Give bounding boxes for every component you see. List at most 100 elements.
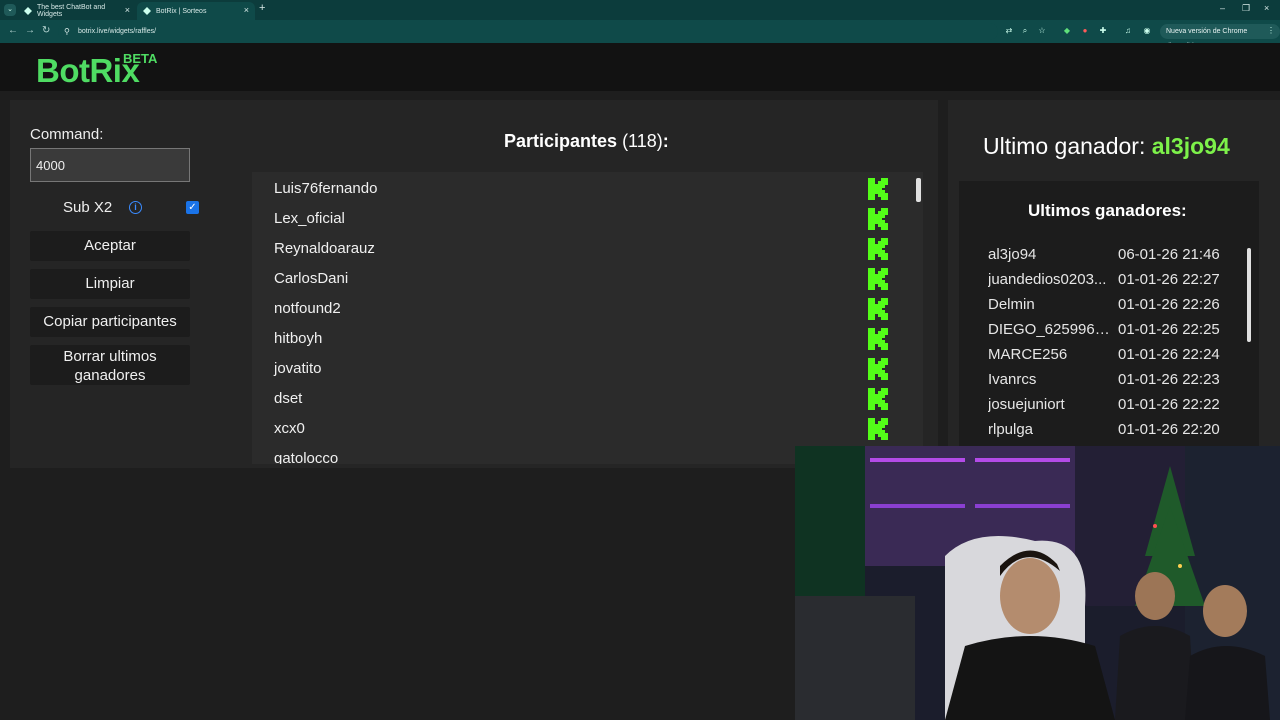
profile-avatar-icon[interactable]: ◉ <box>1142 26 1152 36</box>
browser-tab[interactable]: The best ChatBot and Widgets × <box>18 2 136 20</box>
winner-row-date: 01-01-26 22:27 <box>1118 271 1220 288</box>
participants-count: (118) <box>622 131 663 151</box>
browser-tab-active[interactable]: BotRix | Sorteos × <box>137 2 255 20</box>
participant-row: jovatito <box>252 353 914 383</box>
winner-row-date: 01-01-26 22:20 <box>1118 421 1220 438</box>
winner-row: josuejuniort 01-01-26 22:22 <box>988 396 1238 421</box>
browser-tab-bar: ⌄ The best ChatBot and Widgets × BotRix … <box>0 0 1280 20</box>
winner-row-date: 01-01-26 22:24 <box>1118 346 1220 363</box>
url-text: botrix.live/widgets/raffles/ <box>78 28 157 35</box>
translate-icon[interactable]: ⇄ <box>1004 26 1014 36</box>
participant-name: gatolocco <box>274 450 339 464</box>
kick-icon <box>868 388 888 410</box>
winner-row: MARCE256 01-01-26 22:24 <box>988 346 1238 371</box>
info-icon[interactable]: i <box>129 201 142 214</box>
command-label: Command: <box>30 126 104 143</box>
participant-row: Luis76fernando <box>252 173 914 203</box>
last-winner-name: al3jo94 <box>1151 133 1230 159</box>
window-close-icon[interactable]: × <box>1264 3 1269 13</box>
participants-scroll-thumb[interactable] <box>916 178 921 202</box>
winner-row: juandedios0203... 01-01-26 22:27 <box>988 271 1238 296</box>
limpiar-button[interactable]: Limpiar <box>30 269 190 299</box>
participant-row: hitboyh <box>252 323 914 353</box>
app-header: BotRix BETA <box>0 43 1280 91</box>
new-tab-icon[interactable]: + <box>259 2 265 14</box>
participant-name: Lex_oficial <box>274 210 345 227</box>
winner-row-date: 06-01-26 21:46 <box>1118 246 1220 263</box>
participant-name: CarlosDani <box>274 270 349 287</box>
tab-search-button[interactable]: ⌄ <box>4 4 16 16</box>
winner-row-name: DIEGO_62599603 <box>988 321 1111 338</box>
copiar-participantes-button[interactable]: Copiar participantes <box>30 307 190 337</box>
winner-row-date: 01-01-26 22:22 <box>1118 396 1220 413</box>
kick-icon <box>868 238 888 260</box>
restore-icon[interactable]: ❐ <box>1242 3 1250 14</box>
participants-title-text: Participantes <box>504 131 618 151</box>
bookmark-star-icon[interactable]: ☆ <box>1037 26 1047 36</box>
zoom-icon[interactable]: ⌕ <box>1020 26 1030 36</box>
last-winner: Ultimo ganador: al3jo94 <box>983 133 1230 160</box>
extension-shield-icon[interactable]: ◆ <box>1062 26 1072 36</box>
chrome-menu-icon[interactable]: ⋮ <box>1266 26 1276 36</box>
tab-title: BotRix | Sorteos <box>156 7 207 15</box>
back-icon[interactable]: ← <box>8 25 18 36</box>
participant-row: Lex_oficial <box>252 203 914 233</box>
winner-row-date: 01-01-26 22:25 <box>1118 321 1220 338</box>
address-bar-row: ← → ↻ ⚲ botrix.live/widgets/raffles/ ⇄ ⌕… <box>0 20 1280 50</box>
kick-icon <box>868 268 888 290</box>
participants-list[interactable]: Luis76fernando Lex_oficial Reynaldoarauz Ca… <box>252 172 914 464</box>
participant-row: notfound2 <box>252 293 914 323</box>
winner-row-name: Ivanrcs <box>988 371 1037 388</box>
url-field[interactable]: ⚲ botrix.live/widgets/raffles/ <box>58 23 998 40</box>
chrome-update-button[interactable]: Nueva versión de Chrome disponible <box>1160 24 1280 50</box>
aceptar-button[interactable]: Aceptar <box>30 231 190 261</box>
close-tab-icon[interactable]: × <box>244 5 249 15</box>
participants-title-colon: : <box>662 131 669 151</box>
participant-name: dset <box>274 390 303 407</box>
sub-x2-checkbox[interactable]: ✓ <box>186 201 199 214</box>
winner-row-name: rlpulga <box>988 421 1034 438</box>
borrar-ultimos-ganadores-button[interactable]: Borrar ultimos ganadores <box>30 345 190 385</box>
winners-scroll-thumb[interactable] <box>1247 248 1251 342</box>
reload-icon[interactable]: ↻ <box>42 25 50 36</box>
winner-row-name: al3jo94 <box>988 246 1037 263</box>
beta-badge: BETA <box>123 51 158 66</box>
winner-row: al3jo94 06-01-26 21:46 <box>988 246 1238 271</box>
winner-row-date: 01-01-26 22:23 <box>1118 371 1220 388</box>
extensions-puzzle-icon[interactable]: ✚ <box>1098 26 1108 36</box>
minimize-icon[interactable]: – <box>1220 3 1225 13</box>
participant-name: Luis76fernando <box>274 180 378 197</box>
site-info-icon[interactable]: ⚲ <box>64 23 70 40</box>
participant-name: xcx0 <box>274 420 305 437</box>
kick-icon <box>868 418 888 440</box>
participant-row: dset <box>252 383 914 413</box>
participants-scrollbar[interactable] <box>914 172 923 464</box>
close-tab-icon[interactable]: × <box>125 5 130 15</box>
media-control-icon[interactable]: ♫ <box>1123 26 1133 36</box>
participant-name: Reynaldoarauz <box>274 240 375 257</box>
kick-icon <box>868 298 888 320</box>
recent-winners-title: Ultimos ganadores: <box>1028 201 1187 220</box>
winner-row-name: MARCE256 <box>988 346 1068 363</box>
participants-title: Participantes (118): <box>504 131 669 152</box>
winner-row-name: Delmin <box>988 296 1035 313</box>
participant-row: xcx0 <box>252 413 914 443</box>
winners-scrollbar[interactable] <box>1246 244 1252 344</box>
winner-row-date: 01-01-26 22:26 <box>1118 296 1220 313</box>
winner-row: DIEGO_62599603 01-01-26 22:25 <box>988 321 1238 346</box>
winner-row: rlpulga 01-01-26 22:20 <box>988 421 1238 446</box>
participant-row: CarlosDani <box>252 263 914 293</box>
kick-icon <box>868 208 888 230</box>
kick-icon <box>868 178 888 200</box>
kick-icon <box>868 358 888 380</box>
winner-row-name: juandedios0203... <box>988 271 1107 288</box>
tab-title: The best ChatBot and Widgets <box>37 4 106 18</box>
command-input[interactable] <box>30 148 190 182</box>
extension-record-icon[interactable]: ● <box>1080 26 1090 36</box>
participant-name: notfound2 <box>274 300 341 317</box>
participant-name: hitboyh <box>274 330 323 347</box>
winner-row: Ivanrcs 01-01-26 22:23 <box>988 371 1238 396</box>
forward-icon[interactable]: → <box>25 25 35 36</box>
sub-x2-label: Sub X2 <box>63 199 113 216</box>
botrix-favicon-icon <box>24 7 32 15</box>
